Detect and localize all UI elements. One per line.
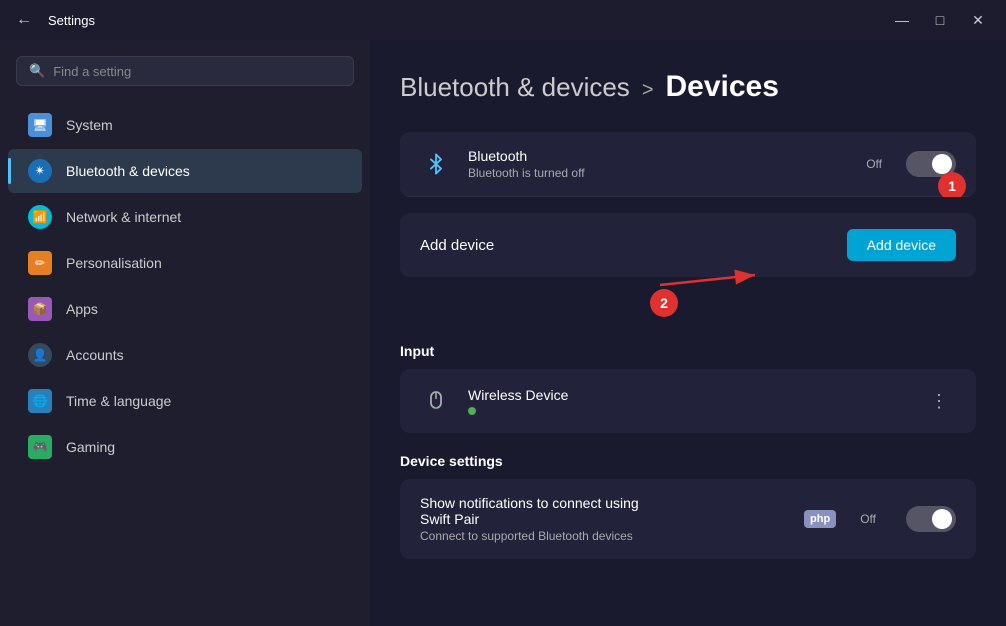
device-connected-dot	[468, 407, 476, 415]
wireless-device-mouse-icon	[420, 385, 452, 417]
annotation-badge-1: 1	[938, 172, 966, 197]
sidebar-item-bluetooth[interactable]: ✴ Bluetooth & devices	[8, 149, 362, 193]
swift-pair-title: Show notifications to connect using	[420, 495, 788, 511]
sidebar-item-label-timelang: Time & language	[66, 393, 171, 409]
swift-pair-title2: Swift Pair	[420, 511, 788, 527]
breadcrumb-current: Devices	[666, 70, 779, 104]
sidebar-item-system[interactable]: 🖥 System	[8, 103, 362, 147]
bluetooth-row: Bluetooth Bluetooth is turned off Off	[400, 132, 976, 197]
system-icon: 🖥	[28, 113, 52, 137]
titlebar: ← Settings — □ ✕	[0, 0, 1006, 40]
sidebar-item-label-gaming: Gaming	[66, 439, 115, 455]
sidebar-item-label-bluetooth: Bluetooth & devices	[66, 163, 190, 179]
device-more-button[interactable]: ⋮	[922, 387, 956, 416]
wireless-device-card: Wireless Device ⋮	[400, 369, 976, 433]
back-button[interactable]: ←	[12, 7, 36, 33]
swift-pair-subtitle: Connect to supported Bluetooth devices	[420, 529, 788, 543]
minimize-button[interactable]: —	[886, 6, 918, 34]
search-box[interactable]: 🔍	[16, 56, 354, 86]
bluetooth-subtitle: Bluetooth is turned off	[468, 166, 850, 180]
bluetooth-card: Bluetooth Bluetooth is turned off Off 1	[400, 132, 976, 197]
content-area: Bluetooth & devices > Devices Bluetooth …	[370, 40, 1006, 626]
sidebar-item-label-system: System	[66, 117, 113, 133]
sidebar-item-gaming[interactable]: 🎮 Gaming	[8, 425, 362, 469]
toggle-off-label: Off	[866, 157, 882, 171]
accounts-icon: 👤	[28, 343, 52, 367]
device-settings-heading: Device settings	[400, 453, 976, 469]
swift-pair-toggle-label: Off	[860, 512, 876, 526]
bluetooth-text: Bluetooth Bluetooth is turned off	[468, 148, 850, 180]
swift-pair-text: Show notifications to connect using Swif…	[420, 495, 788, 543]
breadcrumb-parent: Bluetooth & devices	[400, 72, 630, 103]
php-badge: php	[804, 510, 836, 528]
spacer	[400, 293, 976, 323]
add-device-button[interactable]: Add device	[847, 229, 956, 261]
toggle-thumb	[932, 154, 952, 174]
sidebar: 🔍 🖥 System ✴ Bluetooth & devices 📶 Netwo…	[0, 40, 370, 626]
page-header: Bluetooth & devices > Devices	[400, 70, 976, 104]
gaming-icon: 🎮	[28, 435, 52, 459]
breadcrumb-separator: >	[642, 79, 654, 102]
input-section-heading: Input	[400, 343, 976, 359]
swift-pair-toggle-thumb	[932, 509, 952, 529]
sidebar-item-label-network: Network & internet	[66, 209, 181, 225]
wireless-device-title: Wireless Device	[468, 387, 906, 403]
bluetooth-device-icon	[420, 148, 452, 180]
annotation-badge-2: 2	[650, 289, 678, 317]
wireless-device-text: Wireless Device	[468, 387, 906, 415]
swift-pair-toggle[interactable]	[906, 506, 956, 532]
maximize-button[interactable]: □	[924, 6, 956, 34]
sidebar-item-label-personalisation: Personalisation	[66, 255, 162, 271]
search-icon: 🔍	[29, 63, 45, 79]
close-button[interactable]: ✕	[962, 6, 994, 34]
search-input[interactable]	[53, 64, 341, 79]
sidebar-item-timelang[interactable]: 🌐 Time & language	[8, 379, 362, 423]
network-icon: 📶	[28, 205, 52, 229]
personalisation-icon: ✏	[28, 251, 52, 275]
sidebar-item-label-apps: Apps	[66, 301, 98, 317]
bluetooth-icon: ✴	[28, 159, 52, 183]
app-title: Settings	[48, 13, 874, 28]
bluetooth-title: Bluetooth	[468, 148, 850, 164]
swift-pair-row: Show notifications to connect using Swif…	[400, 479, 976, 559]
main-layout: 🔍 🖥 System ✴ Bluetooth & devices 📶 Netwo…	[0, 40, 1006, 626]
add-device-section: Add device Add device 2	[400, 213, 976, 277]
add-device-label: Add device	[420, 237, 847, 254]
wireless-device-row: Wireless Device ⋮	[400, 369, 976, 433]
sidebar-item-apps[interactable]: 📦 Apps	[8, 287, 362, 331]
apps-icon: 📦	[28, 297, 52, 321]
window-controls: — □ ✕	[886, 6, 994, 34]
sidebar-item-label-accounts: Accounts	[66, 347, 124, 363]
sidebar-item-personalisation[interactable]: ✏ Personalisation	[8, 241, 362, 285]
sidebar-item-network[interactable]: 📶 Network & internet	[8, 195, 362, 239]
timelang-icon: 🌐	[28, 389, 52, 413]
swift-pair-card: Show notifications to connect using Swif…	[400, 479, 976, 559]
sidebar-item-accounts[interactable]: 👤 Accounts	[8, 333, 362, 377]
